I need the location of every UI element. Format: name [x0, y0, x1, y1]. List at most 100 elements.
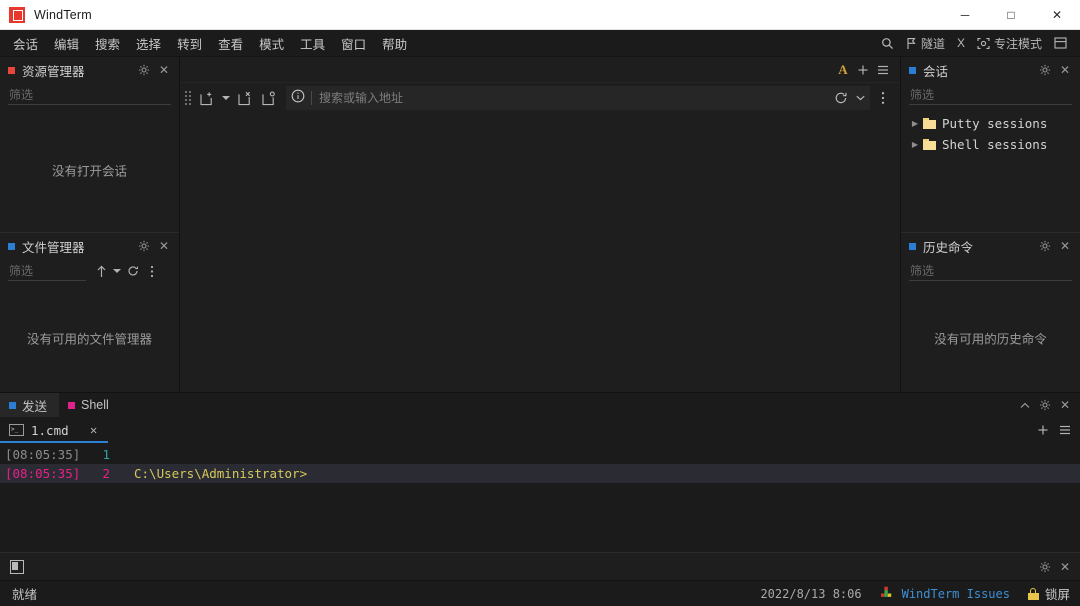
sessions-actions: ✕ [1036, 61, 1074, 79]
chevron-down-icon[interactable] [852, 87, 868, 109]
lock-icon [1028, 588, 1039, 600]
explorer-panel: 资源管理器 ✕ 没有打开会话 [0, 57, 179, 232]
sessions-filter-row [901, 83, 1080, 107]
terminal-screen[interactable]: [08:05:35] 1 [08:05:35] 2 C:\Users\Admin… [0, 443, 1080, 552]
menu-help[interactable]: 帮助 [374, 30, 415, 57]
menu-window[interactable]: 窗口 [333, 30, 374, 57]
tab-send[interactable]: 发送 [0, 393, 59, 417]
x-button[interactable]: X [952, 32, 970, 54]
session-tab-label: 1.cmd [31, 423, 69, 438]
folder-icon [923, 139, 936, 150]
close-icon[interactable]: ✕ [1056, 61, 1074, 79]
list-item[interactable]: ▶ Shell sessions [907, 134, 1080, 155]
gear-icon[interactable] [1036, 61, 1054, 79]
session-tab-1cmd[interactable]: >_ 1.cmd ✕ [0, 417, 108, 443]
chevron-right-icon[interactable]: ▶ [909, 140, 921, 149]
explorer-filter-input[interactable] [8, 85, 171, 105]
explorer-body: 没有打开会话 [0, 107, 179, 232]
gear-icon[interactable] [1036, 558, 1054, 576]
panel-layout-icon[interactable] [10, 560, 24, 574]
address-input[interactable] [319, 91, 830, 105]
info-icon[interactable] [291, 89, 305, 108]
chevron-up-icon[interactable] [1016, 396, 1034, 414]
menu-edit[interactable]: 编辑 [46, 30, 87, 57]
close-tab-icon[interactable] [234, 87, 256, 109]
reopen-tab-icon[interactable] [258, 87, 280, 109]
sessions-header: 会话 ✕ [901, 57, 1080, 83]
tab-shell[interactable]: Shell [59, 393, 121, 417]
hamburger-menu-icon[interactable] [1056, 421, 1074, 439]
windterm-issues-link[interactable]: WindTerm Issues [880, 585, 1010, 603]
hamburger-menu-icon[interactable] [874, 61, 892, 79]
gear-icon[interactable] [135, 237, 153, 255]
menu-goto[interactable]: 转到 [169, 30, 210, 57]
explorer-actions: ✕ [135, 61, 173, 79]
terminal-dock: 发送 Shell ✕ [0, 392, 1080, 552]
sessions-filter-input[interactable] [909, 85, 1072, 105]
layout-toggle-icon [1054, 37, 1067, 49]
gear-icon[interactable] [1036, 396, 1054, 414]
explorer-filter-row [0, 83, 179, 107]
gear-icon[interactable] [135, 61, 153, 79]
more-vertical-icon[interactable] [143, 262, 161, 280]
menu-session[interactable]: 会话 [5, 30, 46, 57]
file-manager-header: 文件管理器 ✕ [0, 233, 179, 259]
window-title: WindTerm [34, 8, 92, 22]
reload-icon[interactable] [830, 87, 852, 109]
gear-icon[interactable] [1036, 237, 1054, 255]
file-manager-body: 没有可用的文件管理器 [0, 283, 179, 392]
drag-grip-icon[interactable] [184, 89, 192, 107]
status-ready-text: 就绪 [12, 584, 37, 603]
chevron-down-icon[interactable] [111, 262, 123, 280]
windterm-logo-icon [9, 7, 25, 23]
close-icon[interactable]: ✕ [1056, 396, 1074, 414]
maximize-button[interactable]: □ [988, 0, 1034, 30]
focus-mode-button[interactable]: 专注模式 [972, 32, 1047, 54]
close-icon[interactable]: ✕ [86, 422, 102, 438]
line-timestamp: [08:05:35] [0, 466, 84, 481]
lock-screen-button[interactable]: 锁屏 [1028, 584, 1070, 603]
close-icon[interactable]: ✕ [155, 61, 173, 79]
plus-icon[interactable] [1034, 421, 1052, 439]
chevron-right-icon[interactable]: ▶ [909, 119, 921, 128]
chevron-down-icon[interactable] [220, 87, 232, 109]
close-icon[interactable]: ✕ [1056, 558, 1074, 576]
terminal-session-actions [1034, 417, 1080, 443]
plus-icon[interactable] [854, 61, 872, 79]
menu-view[interactable]: 查看 [210, 30, 251, 57]
shell-tab-marker-icon [68, 402, 75, 409]
close-icon[interactable]: ✕ [155, 237, 173, 255]
tunnel-button[interactable]: 隧道 [901, 32, 950, 54]
menu-tools[interactable]: 工具 [292, 30, 333, 57]
file-manager-filter-input[interactable] [8, 261, 86, 281]
folder-icon [923, 118, 936, 129]
letter-a-icon[interactable]: A [834, 61, 852, 79]
explorer-marker-icon [8, 67, 15, 74]
new-tab-icon[interactable] [196, 87, 218, 109]
layout-toggle-button[interactable] [1049, 32, 1072, 54]
minimize-button[interactable]: ─ [942, 0, 988, 30]
menu-bar: 会话 编辑 搜索 选择 转到 查看 模式 工具 窗口 帮助 [0, 30, 1080, 57]
more-vertical-icon[interactable] [872, 87, 894, 109]
menu-mode[interactable]: 模式 [251, 30, 292, 57]
address-input-wrap[interactable] [286, 86, 870, 110]
center-content-area[interactable] [180, 113, 900, 392]
close-icon[interactable]: ✕ [1056, 237, 1074, 255]
terminal-line: [08:05:35] 2 C:\Users\Administrator> [0, 464, 1080, 483]
refresh-icon[interactable] [124, 262, 142, 280]
focus-mode-label: 专注模式 [994, 35, 1042, 52]
send-tab-label: 发送 [22, 396, 47, 415]
left-dock-column: 资源管理器 ✕ 没有打开会话 [0, 57, 180, 392]
menu-search[interactable]: 搜索 [87, 30, 128, 57]
arrow-up-icon[interactable] [92, 262, 110, 280]
search-button[interactable] [876, 32, 899, 54]
center-column: A [180, 57, 900, 392]
history-empty-text: 没有可用的历史命令 [901, 328, 1080, 347]
status-bar: 就绪 2022/8/13 8:06 WindTerm Issues 锁屏 [0, 580, 1080, 606]
list-item[interactable]: ▶ Putty sessions [907, 113, 1080, 134]
menu-select[interactable]: 选择 [128, 30, 169, 57]
history-filter-input[interactable] [909, 261, 1072, 281]
flag-icon [906, 37, 917, 50]
close-button[interactable]: ✕ [1034, 0, 1080, 30]
right-dock-column: 会话 ✕ [900, 57, 1080, 392]
